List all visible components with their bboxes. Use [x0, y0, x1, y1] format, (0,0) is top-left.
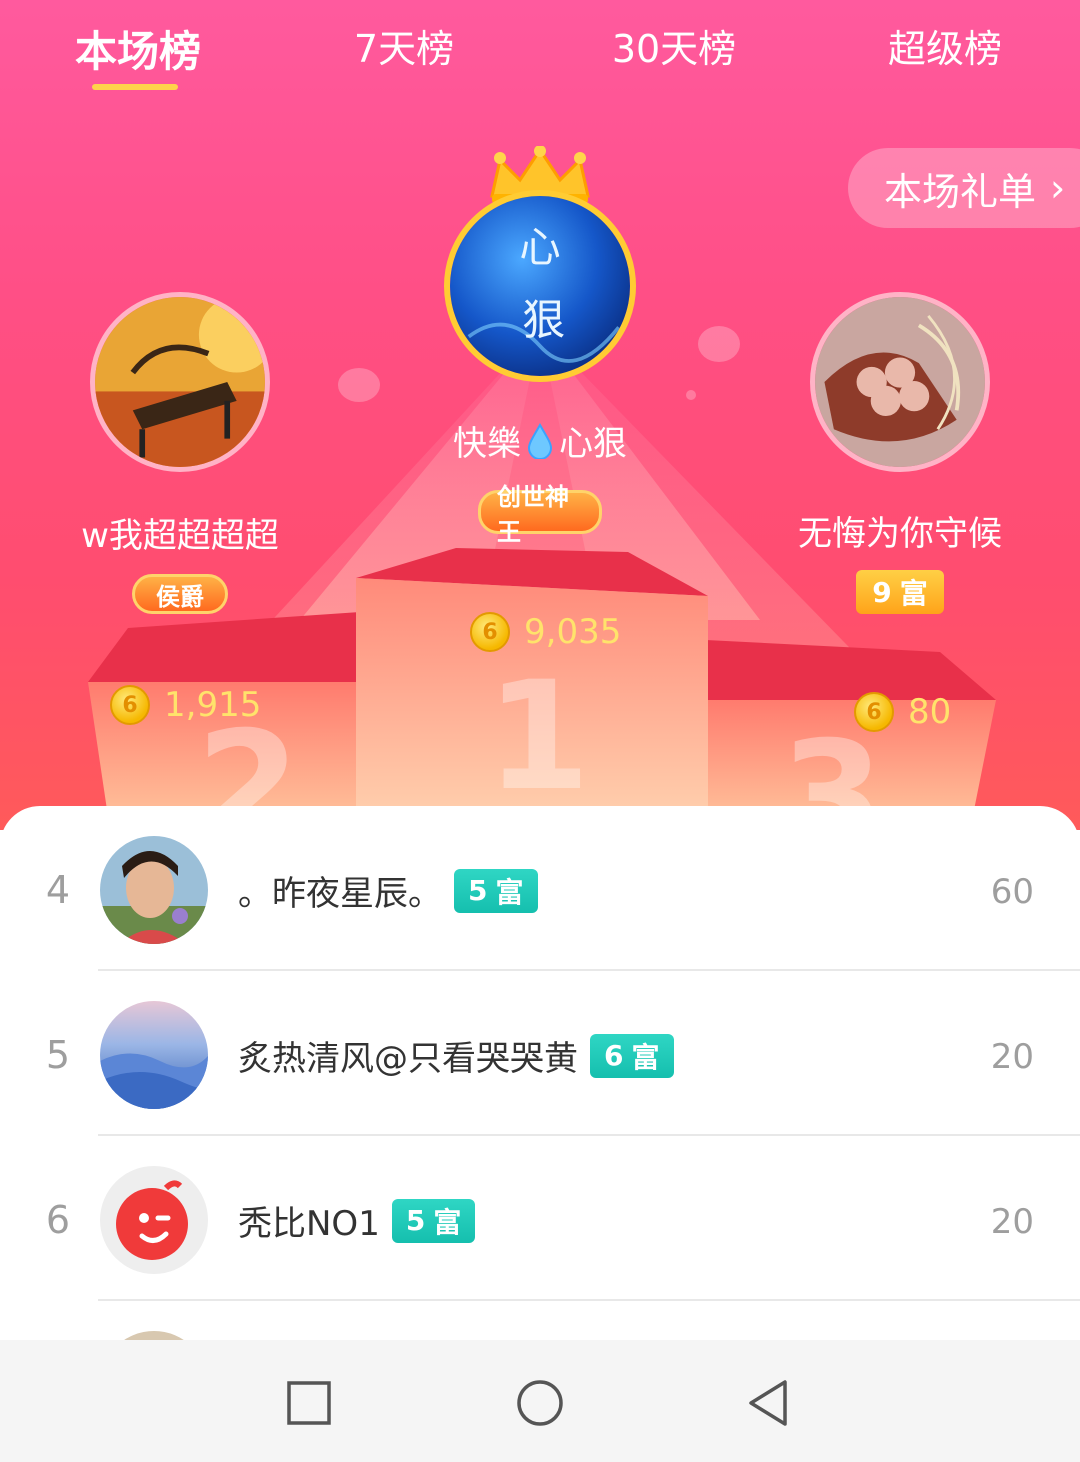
third-place-avatar[interactable] [810, 292, 990, 472]
first-place-avatar[interactable]: 心 狠 [444, 190, 636, 382]
chevron-right-icon: › [1050, 166, 1066, 210]
back-button[interactable] [745, 1378, 795, 1428]
rank-number: 5 [45, 1033, 71, 1077]
tab-7-days[interactable]: 7天榜 [342, 18, 466, 74]
coin-icon: 6 [470, 612, 510, 652]
tab-current-session[interactable]: 本场榜 [68, 18, 208, 76]
second-place-noble-badge: 侯爵 [132, 574, 228, 614]
third-place-wealth-badge: 9 富 [856, 570, 944, 614]
list-item-name: 炙热清风@只看哭哭黄 [238, 1039, 578, 1079]
third-place-name: 无悔为你守候 [798, 514, 1002, 554]
decor-bubble [686, 390, 696, 400]
list-item-score: 60 [990, 872, 1034, 912]
coin-icon: 6 [110, 685, 150, 725]
list-item-name: 。昨夜星辰。 [238, 874, 442, 914]
avatar-char-2: 狠 [522, 296, 565, 346]
podium-rank-1-numeral: 1 [486, 650, 591, 824]
first-place-coins: 6 9,035 [470, 612, 621, 652]
first-place-name: 快樂 心狠 [453, 422, 627, 464]
third-place-coins: 6 80 [854, 692, 951, 732]
system-nav-bar [0, 1340, 1080, 1462]
recent-apps-button[interactable] [284, 1378, 334, 1428]
square-icon [287, 1381, 331, 1425]
list-item-score: 20 [990, 1037, 1034, 1077]
rank-number: 6 [45, 1198, 71, 1242]
rank-number: 4 [45, 868, 71, 912]
coin-icon: 6 [854, 692, 894, 732]
tab-super[interactable]: 超级榜 [876, 18, 1014, 74]
avatar[interactable] [100, 836, 208, 944]
home-button[interactable] [515, 1378, 565, 1428]
list-item-name-group: 炙热清风@只看哭哭黄 6 富 [238, 1031, 674, 1080]
decor-bubble [338, 368, 380, 402]
triangle-back-icon [749, 1380, 787, 1426]
avatar[interactable] [100, 1166, 208, 1274]
list-item[interactable]: 5 炙热清风@只看哭哭黄 6 富 20 [0, 971, 1080, 1136]
wealth-badge: 6 富 [590, 1033, 674, 1078]
wealth-badge: 5 富 [391, 1198, 476, 1243]
water-drop-icon [527, 422, 553, 459]
leaderboard-hero: 2 1 3 本场榜 7天榜 30天榜 超级榜 本场礼单 › 心 狠 快樂 心狠 … [0, 0, 1080, 830]
avatar[interactable] [100, 1001, 208, 1109]
wealth-badge: 5 富 [454, 868, 538, 913]
tab-30-days[interactable]: 30天榜 [602, 18, 746, 74]
decor-bubble [698, 326, 740, 362]
leaderboard-tabs: 本场榜 7天榜 30天榜 超级榜 [0, 0, 1080, 100]
list-item-name-group: 。昨夜星辰。 5 富 [238, 866, 538, 915]
list-item[interactable]: 4 。昨夜星辰。 5 富 60 [0, 806, 1080, 971]
second-place-avatar[interactable] [90, 292, 270, 472]
ranking-list: 4 。昨夜星辰。 5 富 60 5 炙热清风@只看哭哭黄 6 富 20 6 秃比… [0, 806, 1080, 1346]
list-item[interactable]: 6 秃比NO1 5 富 20 [0, 1136, 1080, 1301]
circle-icon [517, 1380, 563, 1426]
list-item-name-group: 秃比NO1 5 富 [238, 1196, 476, 1245]
second-place-name: w我超超超超 [81, 516, 279, 556]
gift-list-button[interactable]: 本场礼单 › [848, 148, 1080, 228]
active-tab-indicator [92, 84, 178, 90]
list-item-name: 秃比NO1 [238, 1204, 380, 1244]
second-place-coins: 6 1,915 [110, 685, 261, 725]
avatar-char-1: 心 [519, 224, 560, 272]
list-item-score: 20 [990, 1202, 1034, 1242]
first-place-noble-badge: 创世神王 [478, 483, 602, 546]
gift-list-label: 本场礼单 [884, 169, 1037, 214]
